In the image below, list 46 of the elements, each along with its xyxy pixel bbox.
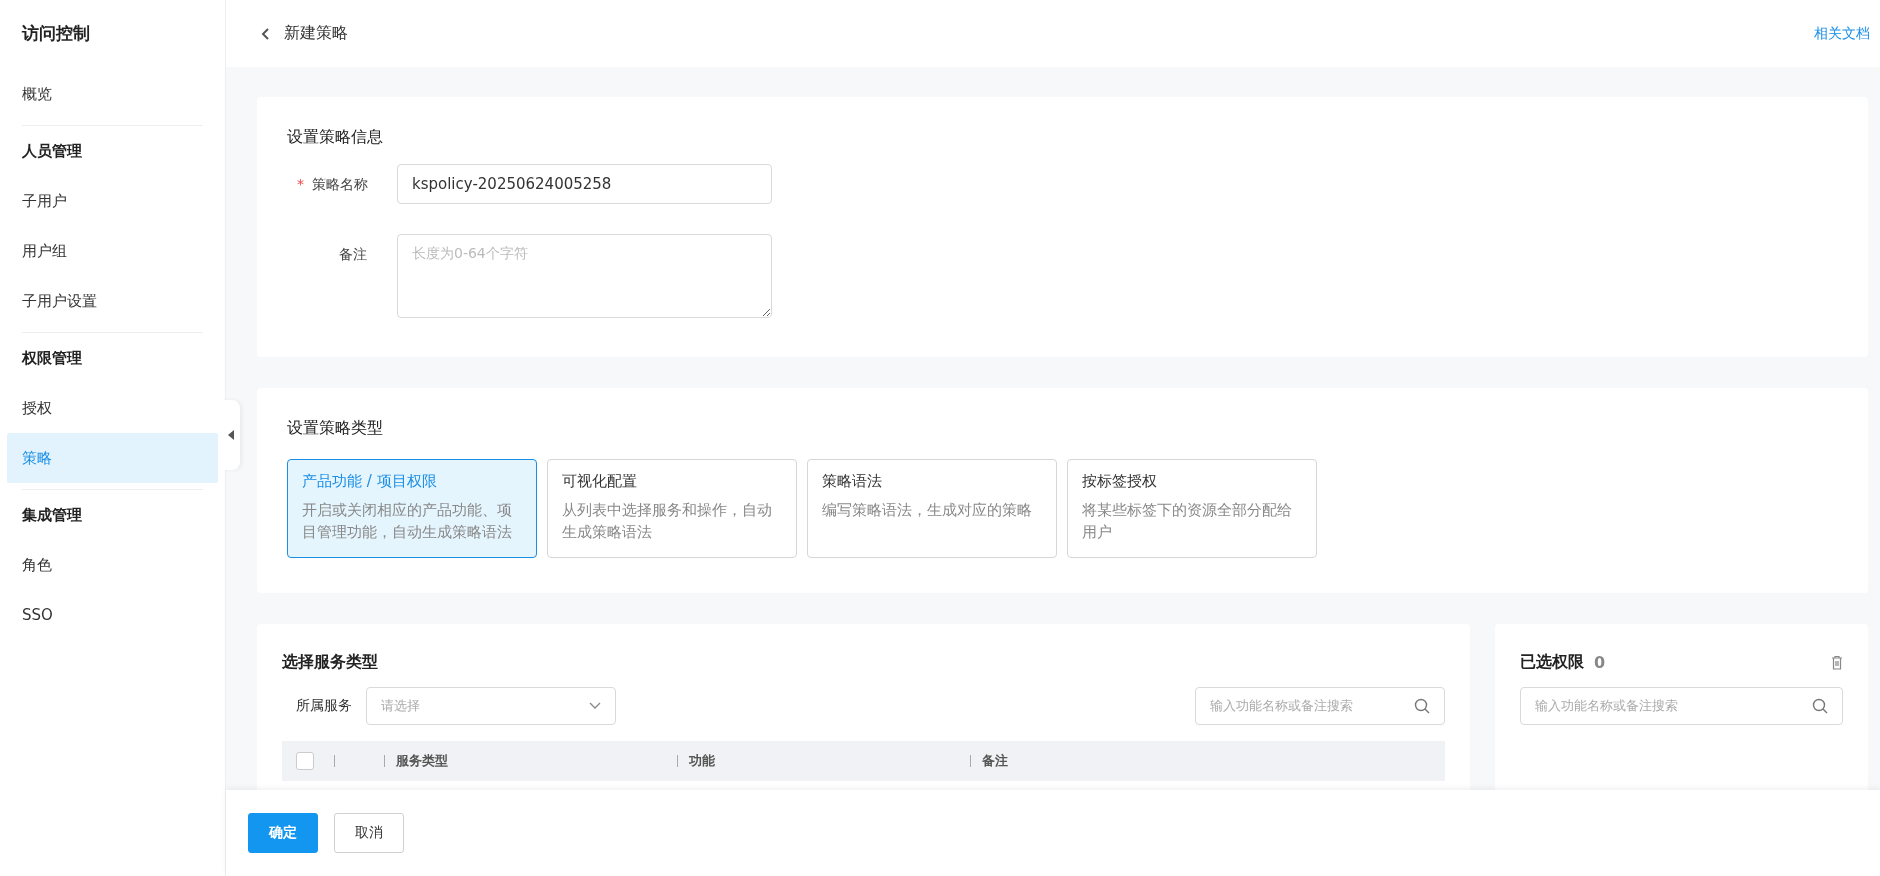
option-title: 产品功能 / 项目权限: [302, 472, 438, 491]
chevron-down-icon: [589, 702, 601, 710]
note-textarea[interactable]: 长度为0-64个字符: [397, 234, 772, 318]
column-header: 功能: [689, 752, 715, 770]
sidebar-item[interactable]: 子用户设置: [7, 276, 218, 326]
option-title: 可视化配置: [562, 472, 638, 491]
section-title: 设置策略类型: [287, 418, 384, 439]
policy-type-option[interactable]: 策略语法 编写策略语法，生成对应的策略: [807, 459, 1057, 558]
policy-type-option[interactable]: 按标签授权 将某些标签下的资源全部分配给用户: [1067, 459, 1317, 558]
sidebar-group-label: 权限管理: [20, 348, 83, 369]
cancel-button[interactable]: 取消: [334, 813, 404, 853]
field-label: 所属服务: [296, 697, 352, 715]
select-all-checkbox[interactable]: [296, 752, 314, 770]
docs-link[interactable]: 相关文档: [1814, 24, 1870, 43]
section-title: 已选权限: [1520, 652, 1584, 673]
sidebar-item[interactable]: 概览: [7, 69, 218, 119]
option-title: 策略语法: [822, 472, 883, 491]
sidebar-item[interactable]: 用户组: [7, 226, 218, 276]
policy-name-input[interactable]: kspolicy-20250624005258: [397, 164, 772, 204]
search-icon: [1414, 698, 1430, 714]
sidebar-group-label: 集成管理: [21, 505, 83, 526]
required-mark: *: [297, 176, 304, 192]
column-header: 备注: [982, 752, 1008, 770]
collapse-handle[interactable]: [222, 400, 240, 470]
option-title: 按标签授权: [1082, 472, 1158, 491]
selected-count: 0: [1594, 653, 1606, 672]
field-label: 备注: [339, 246, 367, 262]
trash-icon[interactable]: [1831, 655, 1843, 670]
option-description: 将某些标签下的资源全部分配给用户: [1082, 501, 1293, 542]
back-icon[interactable]: [260, 26, 270, 41]
search-icon: [1812, 698, 1828, 714]
sidebar-item[interactable]: 角色: [7, 540, 218, 590]
page-title: 新建策略: [284, 23, 348, 44]
sidebar-title: 访问控制: [20, 22, 91, 45]
column-header: 服务类型: [396, 752, 448, 770]
sidebar-item[interactable]: 子用户: [7, 176, 218, 226]
sidebar-group-label: 人员管理: [21, 141, 83, 162]
section-title: 选择服务类型: [282, 652, 379, 673]
section-title: 设置策略信息: [287, 127, 384, 148]
sidebar-item[interactable]: 授权: [7, 383, 218, 433]
option-description: 从列表中选择服务和操作，自动生成策略语法: [562, 501, 773, 542]
sidebar-item[interactable]: SSO: [7, 590, 218, 640]
option-description: 编写策略语法，生成对应的策略: [822, 501, 1033, 520]
policy-type-option[interactable]: 可视化配置 从列表中选择服务和操作，自动生成策略语法: [547, 459, 797, 558]
option-description: 开启或关闭相应的产品功能、项目管理功能，自动生成策略语法: [302, 501, 513, 542]
field-label: 策略名称: [312, 176, 369, 192]
